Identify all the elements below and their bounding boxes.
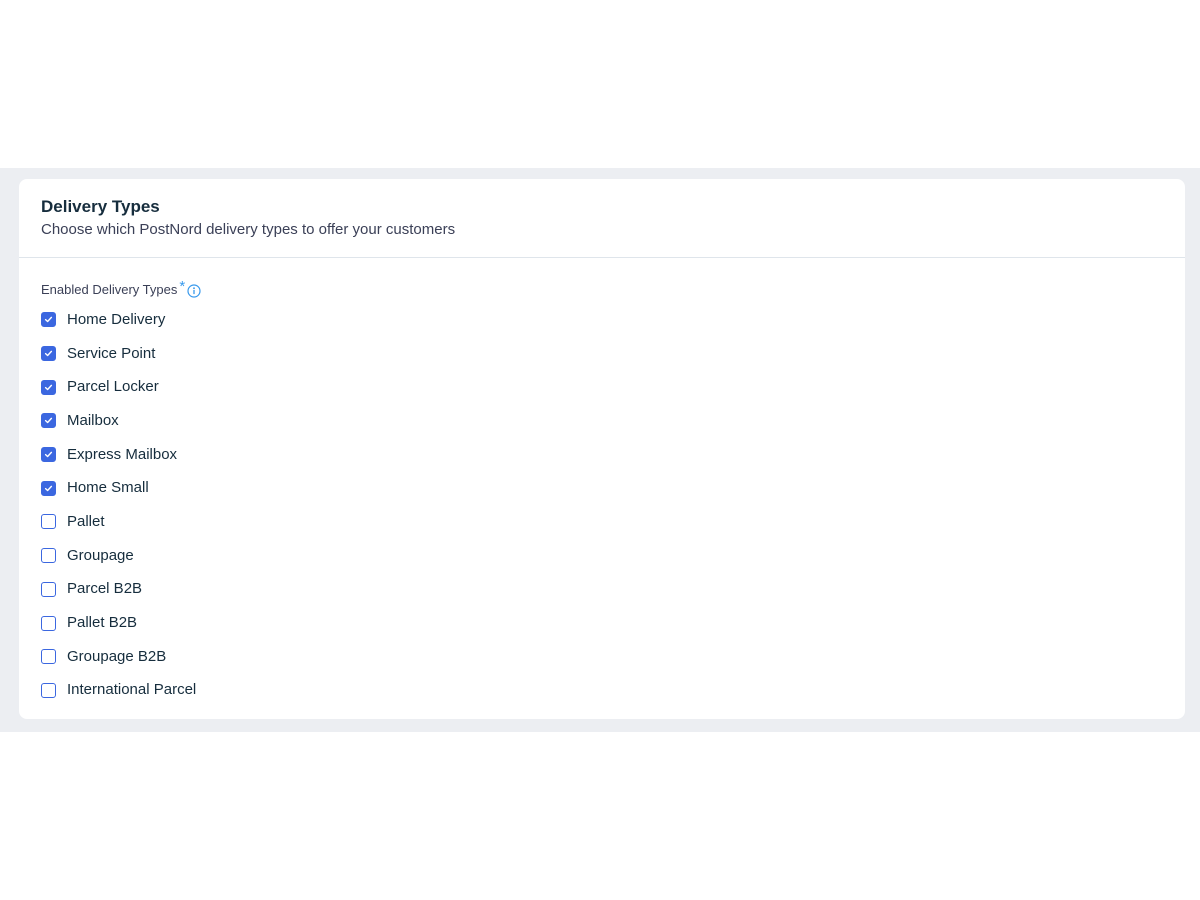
delivery-type-option[interactable]: Parcel Locker: [41, 370, 1163, 404]
checkbox-checked[interactable]: [41, 480, 56, 496]
delivery-types-checkbox-group: Home Delivery Service Point Parcel Locker M…: [41, 303, 1163, 707]
card-header: Delivery Types Choose which PostNord del…: [19, 179, 1185, 258]
checkbox-unchecked[interactable]: [41, 514, 56, 530]
delivery-type-option[interactable]: Mailbox: [41, 404, 1163, 438]
checkmark-icon: [44, 485, 53, 491]
delivery-type-option[interactable]: Express Mailbox: [41, 438, 1163, 472]
checkmark-icon: [44, 384, 53, 390]
delivery-type-option[interactable]: Groupage: [41, 539, 1163, 573]
checkbox-unchecked[interactable]: [41, 615, 56, 631]
section-title: Delivery Types: [41, 197, 160, 216]
checkbox-checked[interactable]: [41, 346, 56, 362]
delivery-type-option[interactable]: Pallet: [41, 505, 1163, 539]
checkbox-checked[interactable]: [41, 379, 56, 395]
checkmark-icon: [44, 350, 53, 357]
checkbox-unchecked[interactable]: [41, 548, 56, 564]
delivery-type-option[interactable]: Home Small: [41, 471, 1163, 505]
delivery-types-card: Delivery Types Choose which PostNord del…: [19, 179, 1185, 719]
checkmark-icon: [44, 418, 53, 424]
delivery-type-label: Groupage: [67, 546, 134, 564]
checkbox-checked[interactable]: [41, 447, 56, 463]
info-icon[interactable]: [187, 284, 201, 298]
delivery-type-option[interactable]: International Parcel: [41, 674, 1163, 708]
delivery-type-option[interactable]: Home Delivery: [41, 303, 1163, 337]
field-label-row: Enabled Delivery Types *: [41, 277, 1163, 301]
checkbox-unchecked[interactable]: [41, 649, 56, 665]
delivery-type-label: Groupage B2B: [67, 647, 167, 665]
delivery-type-label: Parcel Locker: [67, 378, 159, 396]
delivery-type-label: Parcel B2B: [67, 580, 143, 598]
checkbox-unchecked[interactable]: [41, 581, 56, 597]
checkmark-icon: [44, 451, 53, 458]
section-subtitle: Choose which PostNord delivery types to …: [41, 221, 456, 238]
delivery-type-label: Pallet B2B: [67, 614, 138, 632]
delivery-type-label: International Parcel: [67, 681, 197, 699]
delivery-type-label: Service Point: [67, 344, 156, 362]
delivery-type-label: Home Delivery: [67, 310, 166, 328]
delivery-type-option[interactable]: Service Point: [41, 337, 1163, 371]
checkbox-checked[interactable]: [41, 312, 56, 328]
checkmark-icon: [44, 317, 53, 323]
card-body: Enabled Delivery Types * Home Delivery Se…: [19, 258, 1185, 707]
delivery-type-label: Pallet: [67, 512, 105, 530]
delivery-type-option[interactable]: Pallet B2B: [41, 606, 1163, 640]
delivery-type-option[interactable]: Parcel B2B: [41, 573, 1163, 607]
checkbox-unchecked[interactable]: [41, 682, 56, 698]
delivery-type-label: Mailbox: [67, 411, 119, 429]
checkbox-checked[interactable]: [41, 413, 56, 429]
required-marker: *: [179, 277, 186, 295]
delivery-type-label: Express Mailbox: [67, 445, 178, 463]
field-label: Enabled Delivery Types: [41, 282, 178, 297]
delivery-type-label: Home Small: [67, 479, 149, 497]
delivery-type-option[interactable]: Groupage B2B: [41, 640, 1163, 674]
